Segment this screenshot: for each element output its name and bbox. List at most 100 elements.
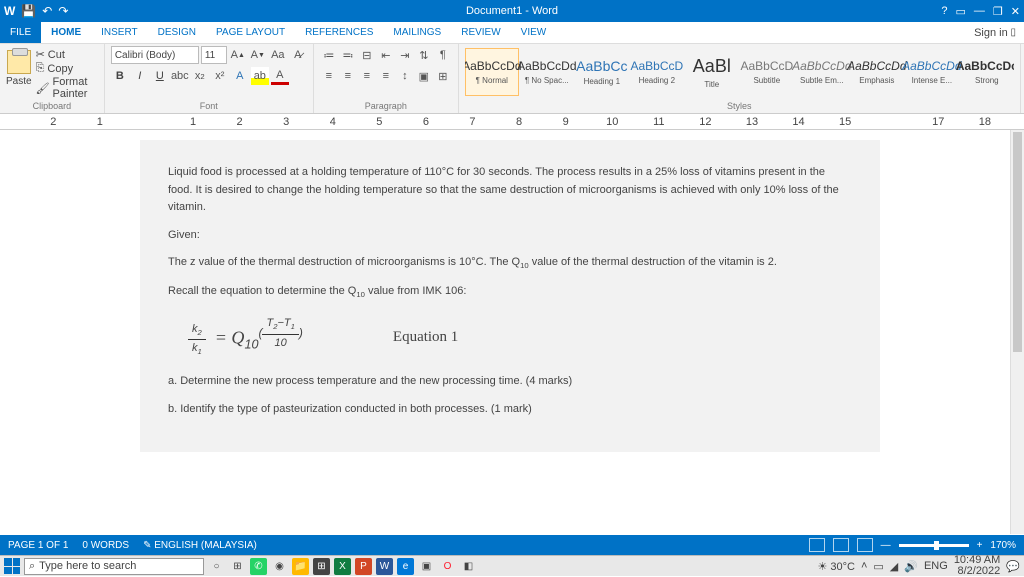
tray-clock[interactable]: 10:49 AM8/2/2022 — [954, 555, 1000, 577]
tab-home[interactable]: HOME — [41, 22, 91, 43]
excel-icon[interactable]: X — [334, 558, 351, 575]
zoom-in-icon[interactable]: + — [977, 540, 983, 551]
font-color-icon[interactable]: A — [271, 67, 289, 85]
status-words[interactable]: 0 WORDS — [82, 540, 129, 551]
app-icon[interactable]: ▣ — [418, 558, 435, 575]
zoom-slider[interactable] — [899, 544, 969, 547]
scissors-icon: ✂ — [36, 48, 45, 61]
dec-indent-icon[interactable]: ⇤ — [377, 46, 395, 64]
opera-icon[interactable]: O — [439, 558, 456, 575]
justify-icon[interactable]: ≡ — [377, 67, 395, 85]
document-area[interactable]: Liquid food is processed at a holding te… — [0, 130, 1024, 554]
whatsapp-icon[interactable]: ✆ — [250, 558, 267, 575]
taskview-icon[interactable]: ⊞ — [229, 558, 246, 575]
view-read-icon[interactable] — [809, 538, 825, 552]
bold-icon[interactable]: B — [111, 67, 129, 85]
shrink-font-icon[interactable]: A▼ — [249, 46, 267, 64]
highlight-icon[interactable]: ab — [251, 67, 269, 85]
style--normal[interactable]: AaBbCcDd¶ Normal — [465, 48, 519, 96]
scrollbar[interactable] — [1010, 130, 1024, 534]
style-strong[interactable]: AaBbCcDcStrong — [960, 48, 1014, 96]
grow-font-icon[interactable]: A▲ — [229, 46, 247, 64]
tray-lang[interactable]: ENG — [924, 560, 948, 572]
style-intense-e-[interactable]: AaBbCcDdIntense E... — [905, 48, 959, 96]
tab-references[interactable]: REFERENCES — [295, 22, 383, 43]
tray-sound-icon[interactable]: 🔊 — [904, 560, 918, 573]
taskbar-search[interactable]: ⌕Type here to search — [24, 558, 204, 575]
status-lang[interactable]: ✎ ENGLISH (MALAYSIA) — [143, 540, 257, 551]
strike-icon[interactable]: abc — [171, 67, 189, 85]
sort-icon[interactable]: ⇅ — [415, 46, 433, 64]
clear-format-icon[interactable]: A̷ — [289, 46, 307, 64]
ribbon-opts-icon[interactable]: ▭ — [956, 5, 966, 18]
save-icon[interactable]: 💾 — [21, 4, 36, 18]
tab-mailings[interactable]: MAILINGS — [383, 22, 451, 43]
undo-icon[interactable]: ↶ — [42, 4, 52, 18]
signin-link[interactable]: Sign in ▯ — [966, 22, 1024, 43]
copy-button[interactable]: ⎘Copy — [36, 62, 98, 75]
numbering-icon[interactable]: ≕ — [339, 46, 357, 64]
app2-icon[interactable]: ◧ — [460, 558, 477, 575]
line-spacing-icon[interactable]: ↕ — [396, 67, 414, 85]
ruler[interactable]: 211234567891011121314151718 — [0, 114, 1024, 130]
window-title: Document1 - Word — [466, 5, 558, 17]
store-icon[interactable]: ⊞ — [313, 558, 330, 575]
align-center-icon[interactable]: ≡ — [339, 67, 357, 85]
style-title[interactable]: AaBlTitle — [685, 48, 739, 96]
style-heading-1[interactable]: AaBbCcHeading 1 — [575, 48, 629, 96]
style-heading-2[interactable]: AaBbCcDHeading 2 — [630, 48, 684, 96]
body-qa: a. Determine the new process temperature… — [168, 373, 852, 391]
shading-icon[interactable]: ▣ — [415, 67, 433, 85]
cortana-icon[interactable]: ○ — [208, 558, 225, 575]
align-left-icon[interactable]: ≡ — [320, 67, 338, 85]
subscript-icon[interactable]: x2 — [191, 67, 209, 85]
chrome-icon[interactable]: ◉ — [271, 558, 288, 575]
body-p1: Liquid food is processed at a holding te… — [168, 164, 852, 217]
cut-button[interactable]: ✂Cut — [36, 48, 98, 61]
font-size-combo[interactable]: 11 — [201, 46, 227, 64]
redo-icon[interactable]: ↷ — [58, 4, 68, 18]
tab-view[interactable]: VIEW — [511, 22, 557, 43]
style-subtitle[interactable]: AaBbCcDSubtitle — [740, 48, 794, 96]
start-button[interactable] — [4, 558, 20, 574]
tab-file[interactable]: FILE — [0, 22, 41, 43]
italic-icon[interactable]: I — [131, 67, 149, 85]
change-case-icon[interactable]: Aa — [269, 46, 287, 64]
style--no-spac-[interactable]: AaBbCcDd¶ No Spac... — [520, 48, 574, 96]
word-taskbar-icon[interactable]: W — [376, 558, 393, 575]
tray-chevron-icon[interactable]: ˄ — [861, 560, 867, 572]
view-web-icon[interactable] — [857, 538, 873, 552]
explorer-icon[interactable]: 📁 — [292, 558, 309, 575]
tab-review[interactable]: REVIEW — [451, 22, 510, 43]
tab-insert[interactable]: INSERT — [91, 22, 148, 43]
superscript-icon[interactable]: x² — [211, 67, 229, 85]
tab-design[interactable]: DESIGN — [148, 22, 206, 43]
inc-indent-icon[interactable]: ⇥ — [396, 46, 414, 64]
tray-notif-icon[interactable]: 💬 — [1006, 560, 1020, 573]
maximize-icon[interactable]: ❐ — [993, 5, 1003, 18]
format-painter-button[interactable]: 🖌Format Painter — [36, 76, 98, 100]
weather-widget[interactable]: ☀ 30°C — [817, 560, 855, 573]
tray-battery-icon[interactable]: ▭ — [873, 560, 883, 573]
align-right-icon[interactable]: ≡ — [358, 67, 376, 85]
zoom-out-icon[interactable]: ― — [881, 540, 891, 551]
multilevel-icon[interactable]: ⊟ — [358, 46, 376, 64]
tab-pagelayout[interactable]: PAGE LAYOUT — [206, 22, 295, 43]
show-marks-icon[interactable]: ¶ — [434, 46, 452, 64]
zoom-level[interactable]: 170% — [990, 540, 1016, 551]
view-print-icon[interactable] — [833, 538, 849, 552]
status-page[interactable]: PAGE 1 OF 1 — [8, 540, 68, 551]
text-effects-icon[interactable]: A — [231, 67, 249, 85]
ppt-icon[interactable]: P — [355, 558, 372, 575]
style-emphasis[interactable]: AaBbCcDdEmphasis — [850, 48, 904, 96]
bullets-icon[interactable]: ≔ — [320, 46, 338, 64]
tray-wifi-icon[interactable]: ◢ — [890, 560, 898, 573]
borders-icon[interactable]: ⊞ — [434, 67, 452, 85]
minimize-icon[interactable]: ― — [974, 5, 985, 17]
close-icon[interactable]: ✕ — [1011, 5, 1020, 18]
help-icon[interactable]: ? — [941, 5, 947, 17]
font-name-combo[interactable]: Calibri (Body) — [111, 46, 199, 64]
underline-icon[interactable]: U — [151, 67, 169, 85]
style-subtle-em-[interactable]: AaBbCcDdSubtle Em... — [795, 48, 849, 96]
edge-icon[interactable]: e — [397, 558, 414, 575]
